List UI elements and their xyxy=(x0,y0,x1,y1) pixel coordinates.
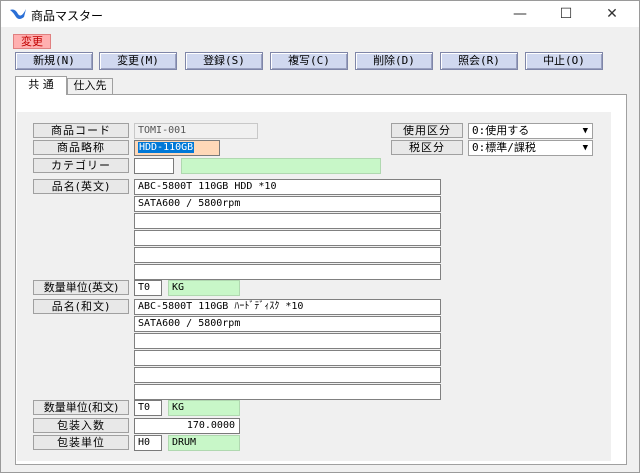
name-en-line-5[interactable] xyxy=(134,247,441,263)
tab-common[interactable]: 共 通 xyxy=(15,76,67,95)
new-button[interactable]: 新規(N) xyxy=(15,52,93,70)
pack-unit-name-field: DRUM xyxy=(168,435,240,451)
mode-badge: 変更 xyxy=(13,34,51,49)
pack-qty-label: 包装入数 xyxy=(33,418,129,433)
title-bar: 商品マスター — ☐ ✕ xyxy=(1,1,639,27)
tax-select-value: 0:標準/課税 xyxy=(472,141,536,154)
unit-jp-label: 数量単位(和文) xyxy=(33,400,129,415)
category-label: カテゴリー xyxy=(33,158,129,173)
unit-jp-name-field: KG xyxy=(168,400,240,416)
unit-jp-code-field[interactable]: T0 xyxy=(134,400,162,416)
unit-en-name-field: KG xyxy=(168,280,240,296)
app-logo-icon xyxy=(10,9,26,19)
product-code-label: 商品コード xyxy=(33,123,129,138)
category-name-field xyxy=(181,158,381,174)
name-jp-line-5[interactable] xyxy=(134,367,441,383)
usage-label: 使用区分 xyxy=(391,123,463,138)
copy-button[interactable]: 複写(C) xyxy=(270,52,348,70)
maximize-button[interactable]: ☐ xyxy=(543,1,589,27)
name-jp-line-4[interactable] xyxy=(134,350,441,366)
tab-supplier[interactable]: 仕入先 xyxy=(67,78,113,94)
product-short-field[interactable]: HDD-110GB xyxy=(134,140,220,156)
tax-label: 税区分 xyxy=(391,140,463,155)
chevron-down-icon: ▼ xyxy=(582,143,588,153)
cancel-button[interactable]: 中止(O) xyxy=(525,52,603,70)
name-en-line-6[interactable] xyxy=(134,264,441,280)
close-button[interactable]: ✕ xyxy=(589,1,635,27)
usage-select-value: 0:使用する xyxy=(472,124,530,137)
chevron-down-icon: ▼ xyxy=(582,126,588,136)
usage-select[interactable]: 0:使用する ▼ xyxy=(468,123,593,139)
product-short-label: 商品略称 xyxy=(33,140,129,155)
pack-qty-field[interactable]: 170.0000 xyxy=(134,418,240,434)
name-en-line-1[interactable]: ABC-5800T 110GB HDD *10 xyxy=(134,179,441,195)
unit-en-label: 数量単位(英文) xyxy=(33,280,129,295)
name-jp-line-6[interactable] xyxy=(134,384,441,400)
app-window: 商品マスター — ☐ ✕ 変更 新規(N) 変更(M) 登録(S) 複写(C) … xyxy=(0,0,640,473)
modify-button[interactable]: 変更(M) xyxy=(99,52,177,70)
delete-button[interactable]: 削除(D) xyxy=(355,52,433,70)
name-jp-line-3[interactable] xyxy=(134,333,441,349)
minimize-button[interactable]: — xyxy=(497,1,543,27)
inquiry-button[interactable]: 照会(R) xyxy=(440,52,518,70)
tax-select[interactable]: 0:標準/課税 ▼ xyxy=(468,140,593,156)
register-button[interactable]: 登録(S) xyxy=(185,52,263,70)
pack-unit-code-field[interactable]: H0 xyxy=(134,435,162,451)
name-jp-line-2[interactable]: SATA600 / 5800rpm xyxy=(134,316,441,332)
category-code-field[interactable] xyxy=(134,158,174,174)
window-title: 商品マスター xyxy=(31,9,104,23)
product-short-value: HDD-110GB xyxy=(138,142,195,153)
name-en-line-4[interactable] xyxy=(134,230,441,246)
name-jp-line-1[interactable]: ABC-5800T 110GB ﾊｰﾄﾞﾃﾞｨｽｸ *10 xyxy=(134,299,441,315)
unit-en-code-field[interactable]: T0 xyxy=(134,280,162,296)
name-jp-label: 品名(和文) xyxy=(33,299,129,314)
pack-unit-label: 包装単位 xyxy=(33,435,129,450)
name-en-line-3[interactable] xyxy=(134,213,441,229)
product-code-field: TOMI-001 xyxy=(134,123,258,139)
name-en-line-2[interactable]: SATA600 / 5800rpm xyxy=(134,196,441,212)
name-en-label: 品名(英文) xyxy=(33,179,129,194)
